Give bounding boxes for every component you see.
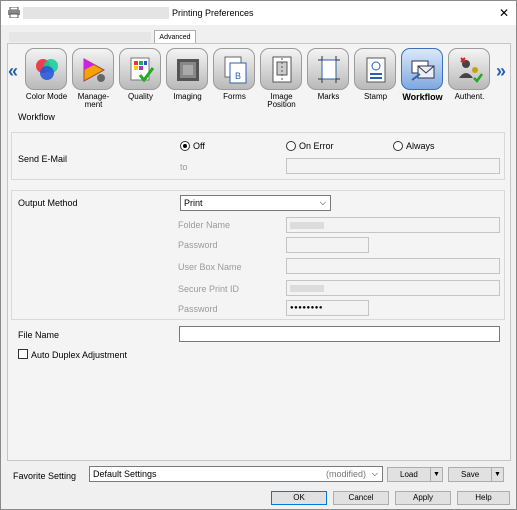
password2-field[interactable]: ●●●●●●●● — [286, 300, 369, 316]
file-name-field[interactable] — [179, 326, 500, 342]
folder-name-field[interactable] — [286, 217, 500, 233]
chevron-down-icon: ⌵ — [371, 469, 378, 478]
output-method-label: Output Method — [18, 198, 78, 208]
workflow-icon — [411, 60, 435, 81]
window-title: Printing Preferences — [172, 8, 254, 18]
image-position-icon — [272, 56, 292, 83]
radio-on-error-label: On Error — [299, 141, 334, 151]
authentication-icon — [459, 57, 483, 83]
nav-next-icon[interactable]: » — [496, 61, 506, 82]
auto-duplex-checkbox[interactable] — [18, 349, 28, 359]
apply-button[interactable]: Apply — [395, 491, 451, 505]
color-mode-icon — [36, 59, 58, 80]
chevron-down-icon: ⌵ — [319, 198, 326, 207]
load-button[interactable]: Load ▼ — [387, 467, 443, 482]
to-label: to — [180, 162, 188, 172]
load-dropdown-icon[interactable]: ▼ — [430, 468, 442, 481]
radio-always[interactable] — [393, 141, 403, 151]
radio-on-error[interactable] — [286, 141, 296, 151]
favorite-setting-value: Default Settings — [93, 469, 157, 479]
svg-text:B: B — [235, 71, 241, 81]
section-title: Workflow — [18, 112, 55, 122]
save-dropdown-icon[interactable]: ▼ — [491, 468, 503, 481]
secure-print-id-field[interactable] — [286, 280, 500, 296]
help-button[interactable]: Help — [457, 491, 510, 505]
user-box-name-label: User Box Name — [178, 262, 242, 272]
nav-item-color-mode[interactable]: Color Mode — [23, 46, 70, 108]
auto-duplex-label: Auto Duplex Adjustment — [31, 350, 128, 360]
secure-print-id-label: Secure Print ID — [178, 284, 240, 294]
marks-icon — [318, 56, 340, 83]
nav-item-authentication[interactable]: Authent. — [446, 46, 493, 108]
feature-icon-bar: Color Mode Manage- ment Quality Imaging … — [23, 46, 497, 109]
nav-item-stamp[interactable]: Stamp — [352, 46, 399, 108]
favorite-setting-label: Favorite Setting — [13, 471, 77, 481]
cancel-button[interactable]: Cancel — [333, 491, 389, 505]
password2-label: Password — [178, 304, 218, 314]
radio-off[interactable] — [180, 141, 190, 151]
forms-icon: B — [224, 56, 247, 84]
load-button-label: Load — [400, 470, 418, 479]
email-to-field[interactable] — [286, 158, 500, 174]
printer-icon — [8, 7, 20, 18]
management-icon — [83, 58, 106, 82]
imaging-icon — [177, 59, 199, 81]
nav-item-workflow[interactable]: Workflow — [399, 46, 446, 108]
nav-item-imaging[interactable]: Imaging — [164, 46, 211, 108]
favorite-modified-label: (modified) — [325, 469, 366, 479]
file-name-label: File Name — [18, 330, 60, 340]
send-email-label: Send E-Mail — [18, 154, 68, 164]
output-method-group: Output Method Print ⌵ Folder Name Passwo… — [11, 190, 505, 320]
favorite-setting-select[interactable]: Default Settings (modified) ⌵ — [89, 466, 383, 482]
nav-item-image-position[interactable]: Image Position — [258, 46, 305, 109]
folder-name-label: Folder Name — [178, 220, 231, 230]
nav-item-quality[interactable]: Quality — [117, 46, 164, 108]
title-printer-name-redacted — [23, 7, 169, 19]
tab-redacted[interactable] — [9, 32, 151, 42]
stamp-icon — [366, 57, 386, 83]
title-bar: Printing Preferences ✕ — [1, 1, 516, 25]
radio-off-label: Off — [193, 141, 205, 151]
send-email-group: Send E-Mail Off On Error Always to — [11, 132, 505, 180]
nav-item-marks[interactable]: Marks — [305, 46, 352, 108]
close-icon[interactable]: ✕ — [494, 3, 514, 23]
nav-item-label: Authent. — [454, 92, 485, 101]
ok-button[interactable]: OK — [271, 491, 327, 505]
printing-preferences-window: Printing Preferences ✕ Advanced « » Colo… — [0, 0, 517, 510]
password-field[interactable] — [286, 237, 369, 253]
output-method-select[interactable]: Print ⌵ — [180, 195, 331, 211]
quality-icon — [130, 57, 154, 83]
output-method-value: Print — [184, 198, 203, 208]
tab-advanced[interactable]: Advanced — [154, 30, 196, 44]
save-button-label: Save — [461, 470, 480, 479]
user-box-name-field[interactable] — [286, 258, 500, 274]
password-label: Password — [178, 240, 218, 250]
nav-prev-icon[interactable]: « — [8, 61, 18, 82]
radio-always-label: Always — [406, 141, 435, 151]
nav-item-management[interactable]: Manage- ment — [70, 46, 117, 109]
nav-item-forms[interactable]: B Forms — [211, 46, 258, 108]
save-button[interactable]: Save ▼ — [448, 467, 504, 482]
